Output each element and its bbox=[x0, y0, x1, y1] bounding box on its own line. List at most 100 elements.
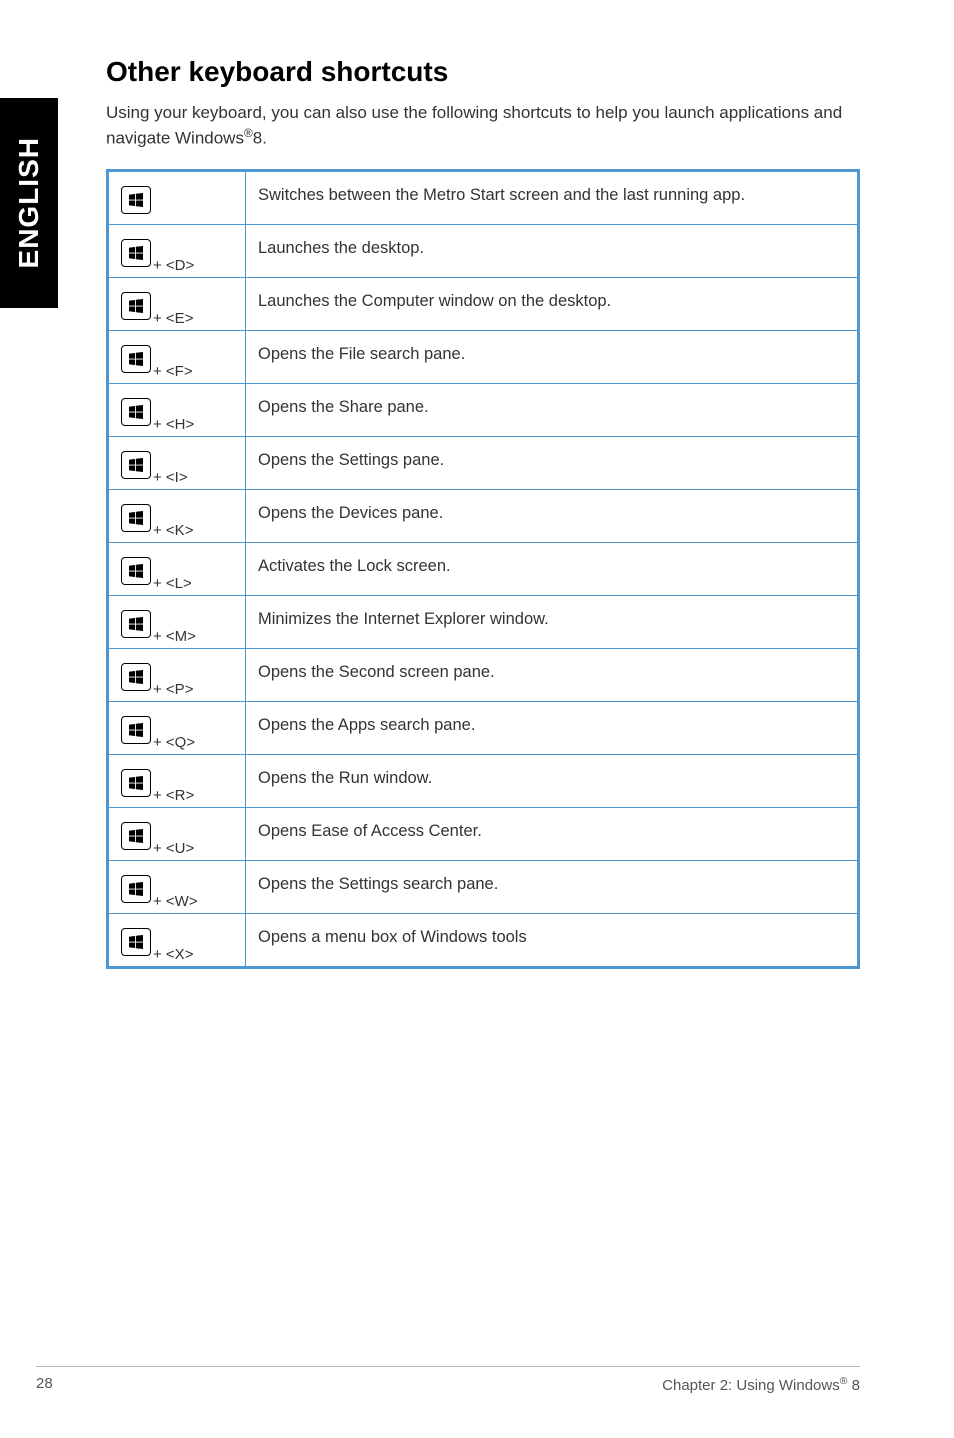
windows-logo-icon bbox=[129, 829, 143, 843]
shortcut-combo-text: + <Q> bbox=[153, 735, 195, 750]
intro-text-suffix: 8. bbox=[253, 129, 267, 148]
table-row: + <E> Launches the Computer window on the… bbox=[108, 277, 859, 330]
shortcut-description: Opens the Share pane. bbox=[246, 383, 859, 436]
table-row: + <F> Opens the File search pane. bbox=[108, 330, 859, 383]
shortcut-description: Switches between the Metro Start screen … bbox=[246, 170, 859, 224]
windows-logo-icon bbox=[129, 935, 143, 949]
windows-key-icon bbox=[121, 239, 151, 267]
windows-key-icon bbox=[121, 186, 151, 214]
shortcut-combo-text: + <K> bbox=[153, 523, 193, 538]
language-tab-label: ENGLISH bbox=[13, 137, 45, 268]
intro-paragraph: Using your keyboard, you can also use th… bbox=[106, 102, 860, 151]
windows-logo-icon bbox=[129, 405, 143, 419]
intro-text-prefix: Using your keyboard, you can also use th… bbox=[106, 103, 842, 148]
shortcut-description: Opens the Settings pane. bbox=[246, 436, 859, 489]
shortcut-key-cell: + <H> bbox=[108, 383, 246, 436]
shortcut-key-cell: + <Q> bbox=[108, 701, 246, 754]
table-row: + <Q> Opens the Apps search pane. bbox=[108, 701, 859, 754]
windows-logo-icon bbox=[129, 670, 143, 684]
table-row: + <I> Opens the Settings pane. bbox=[108, 436, 859, 489]
shortcut-description: Opens the Apps search pane. bbox=[246, 701, 859, 754]
shortcut-key-cell: + <F> bbox=[108, 330, 246, 383]
registered-mark: ® bbox=[244, 126, 253, 140]
windows-logo-icon bbox=[129, 511, 143, 525]
table-row: + <U> Opens Ease of Access Center. bbox=[108, 807, 859, 860]
table-row: + <X> Opens a menu box of Windows tools bbox=[108, 913, 859, 967]
windows-key-icon bbox=[121, 769, 151, 797]
windows-logo-icon bbox=[129, 458, 143, 472]
shortcut-description: Launches the Computer window on the desk… bbox=[246, 277, 859, 330]
shortcut-combo-text: + <L> bbox=[153, 576, 192, 591]
windows-key-icon bbox=[121, 345, 151, 373]
shortcut-key-cell: + <E> bbox=[108, 277, 246, 330]
windows-logo-icon bbox=[129, 299, 143, 313]
shortcut-combo-text: + <D> bbox=[153, 258, 194, 273]
shortcut-key-cell bbox=[108, 170, 246, 224]
table-row: + <P> Opens the Second screen pane. bbox=[108, 648, 859, 701]
windows-key-icon bbox=[121, 716, 151, 744]
shortcut-description: Opens the File search pane. bbox=[246, 330, 859, 383]
table-row: + <H> Opens the Share pane. bbox=[108, 383, 859, 436]
shortcut-combo-text: + <E> bbox=[153, 311, 193, 326]
shortcut-description: Opens the Run window. bbox=[246, 754, 859, 807]
windows-key-icon bbox=[121, 610, 151, 638]
shortcut-combo-text: + <I> bbox=[153, 470, 188, 485]
shortcut-key-cell: + <U> bbox=[108, 807, 246, 860]
table-row: + <R> Opens the Run window. bbox=[108, 754, 859, 807]
table-row: + <D> Launches the desktop. bbox=[108, 224, 859, 277]
shortcut-combo-text: + <X> bbox=[153, 947, 193, 962]
language-tab: ENGLISH bbox=[0, 98, 58, 308]
windows-logo-icon bbox=[129, 882, 143, 896]
shortcut-key-cell: + <P> bbox=[108, 648, 246, 701]
windows-key-icon bbox=[121, 875, 151, 903]
shortcut-description: Minimizes the Internet Explorer window. bbox=[246, 595, 859, 648]
shortcut-combo-text: + <M> bbox=[153, 629, 196, 644]
windows-key-icon bbox=[121, 398, 151, 426]
windows-logo-icon bbox=[129, 617, 143, 631]
shortcut-key-cell: + <X> bbox=[108, 913, 246, 967]
windows-key-icon bbox=[121, 451, 151, 479]
shortcut-key-cell: + <M> bbox=[108, 595, 246, 648]
table-row: + <K> Opens the Devices pane. bbox=[108, 489, 859, 542]
shortcut-key-cell: + <I> bbox=[108, 436, 246, 489]
shortcut-description: Opens the Second screen pane. bbox=[246, 648, 859, 701]
windows-logo-icon bbox=[129, 564, 143, 578]
shortcut-combo-text: + <W> bbox=[153, 894, 198, 909]
windows-logo-icon bbox=[129, 193, 143, 207]
windows-key-icon bbox=[121, 663, 151, 691]
shortcut-key-cell: + <K> bbox=[108, 489, 246, 542]
shortcut-combo-text: + <P> bbox=[153, 682, 193, 697]
windows-key-icon bbox=[121, 557, 151, 585]
windows-logo-icon bbox=[129, 723, 143, 737]
windows-key-icon bbox=[121, 292, 151, 320]
table-row: + <M> Minimizes the Internet Explorer win… bbox=[108, 595, 859, 648]
page-footer: 28 Chapter 2: Using Windows® 8 bbox=[36, 1366, 860, 1394]
shortcut-key-cell: + <L> bbox=[108, 542, 246, 595]
shortcuts-table: Switches between the Metro Start screen … bbox=[106, 169, 860, 969]
table-row: Switches between the Metro Start screen … bbox=[108, 170, 859, 224]
shortcut-combo-text: + <R> bbox=[153, 788, 194, 803]
shortcut-key-cell: + <D> bbox=[108, 224, 246, 277]
shortcut-key-cell: + <R> bbox=[108, 754, 246, 807]
shortcut-description: Launches the desktop. bbox=[246, 224, 859, 277]
shortcut-description: Activates the Lock screen. bbox=[246, 542, 859, 595]
windows-logo-icon bbox=[129, 352, 143, 366]
windows-logo-icon bbox=[129, 246, 143, 260]
table-row: + <W> Opens the Settings search pane. bbox=[108, 860, 859, 913]
shortcut-description: Opens a menu box of Windows tools bbox=[246, 913, 859, 967]
shortcut-key-cell: + <W> bbox=[108, 860, 246, 913]
section-heading: Other keyboard shortcuts bbox=[106, 56, 860, 88]
chapter-label: Chapter 2: Using Windows® 8 bbox=[662, 1375, 860, 1394]
page-number: 28 bbox=[36, 1375, 53, 1394]
windows-logo-icon bbox=[129, 776, 143, 790]
windows-key-icon bbox=[121, 822, 151, 850]
shortcut-description: Opens the Settings search pane. bbox=[246, 860, 859, 913]
table-row: + <L> Activates the Lock screen. bbox=[108, 542, 859, 595]
windows-key-icon bbox=[121, 928, 151, 956]
shortcut-combo-text: + <F> bbox=[153, 364, 193, 379]
shortcut-description: Opens the Devices pane. bbox=[246, 489, 859, 542]
shortcut-combo-text: + <H> bbox=[153, 417, 194, 432]
shortcut-description: Opens Ease of Access Center. bbox=[246, 807, 859, 860]
windows-key-icon bbox=[121, 504, 151, 532]
shortcut-combo-text: + <U> bbox=[153, 841, 194, 856]
